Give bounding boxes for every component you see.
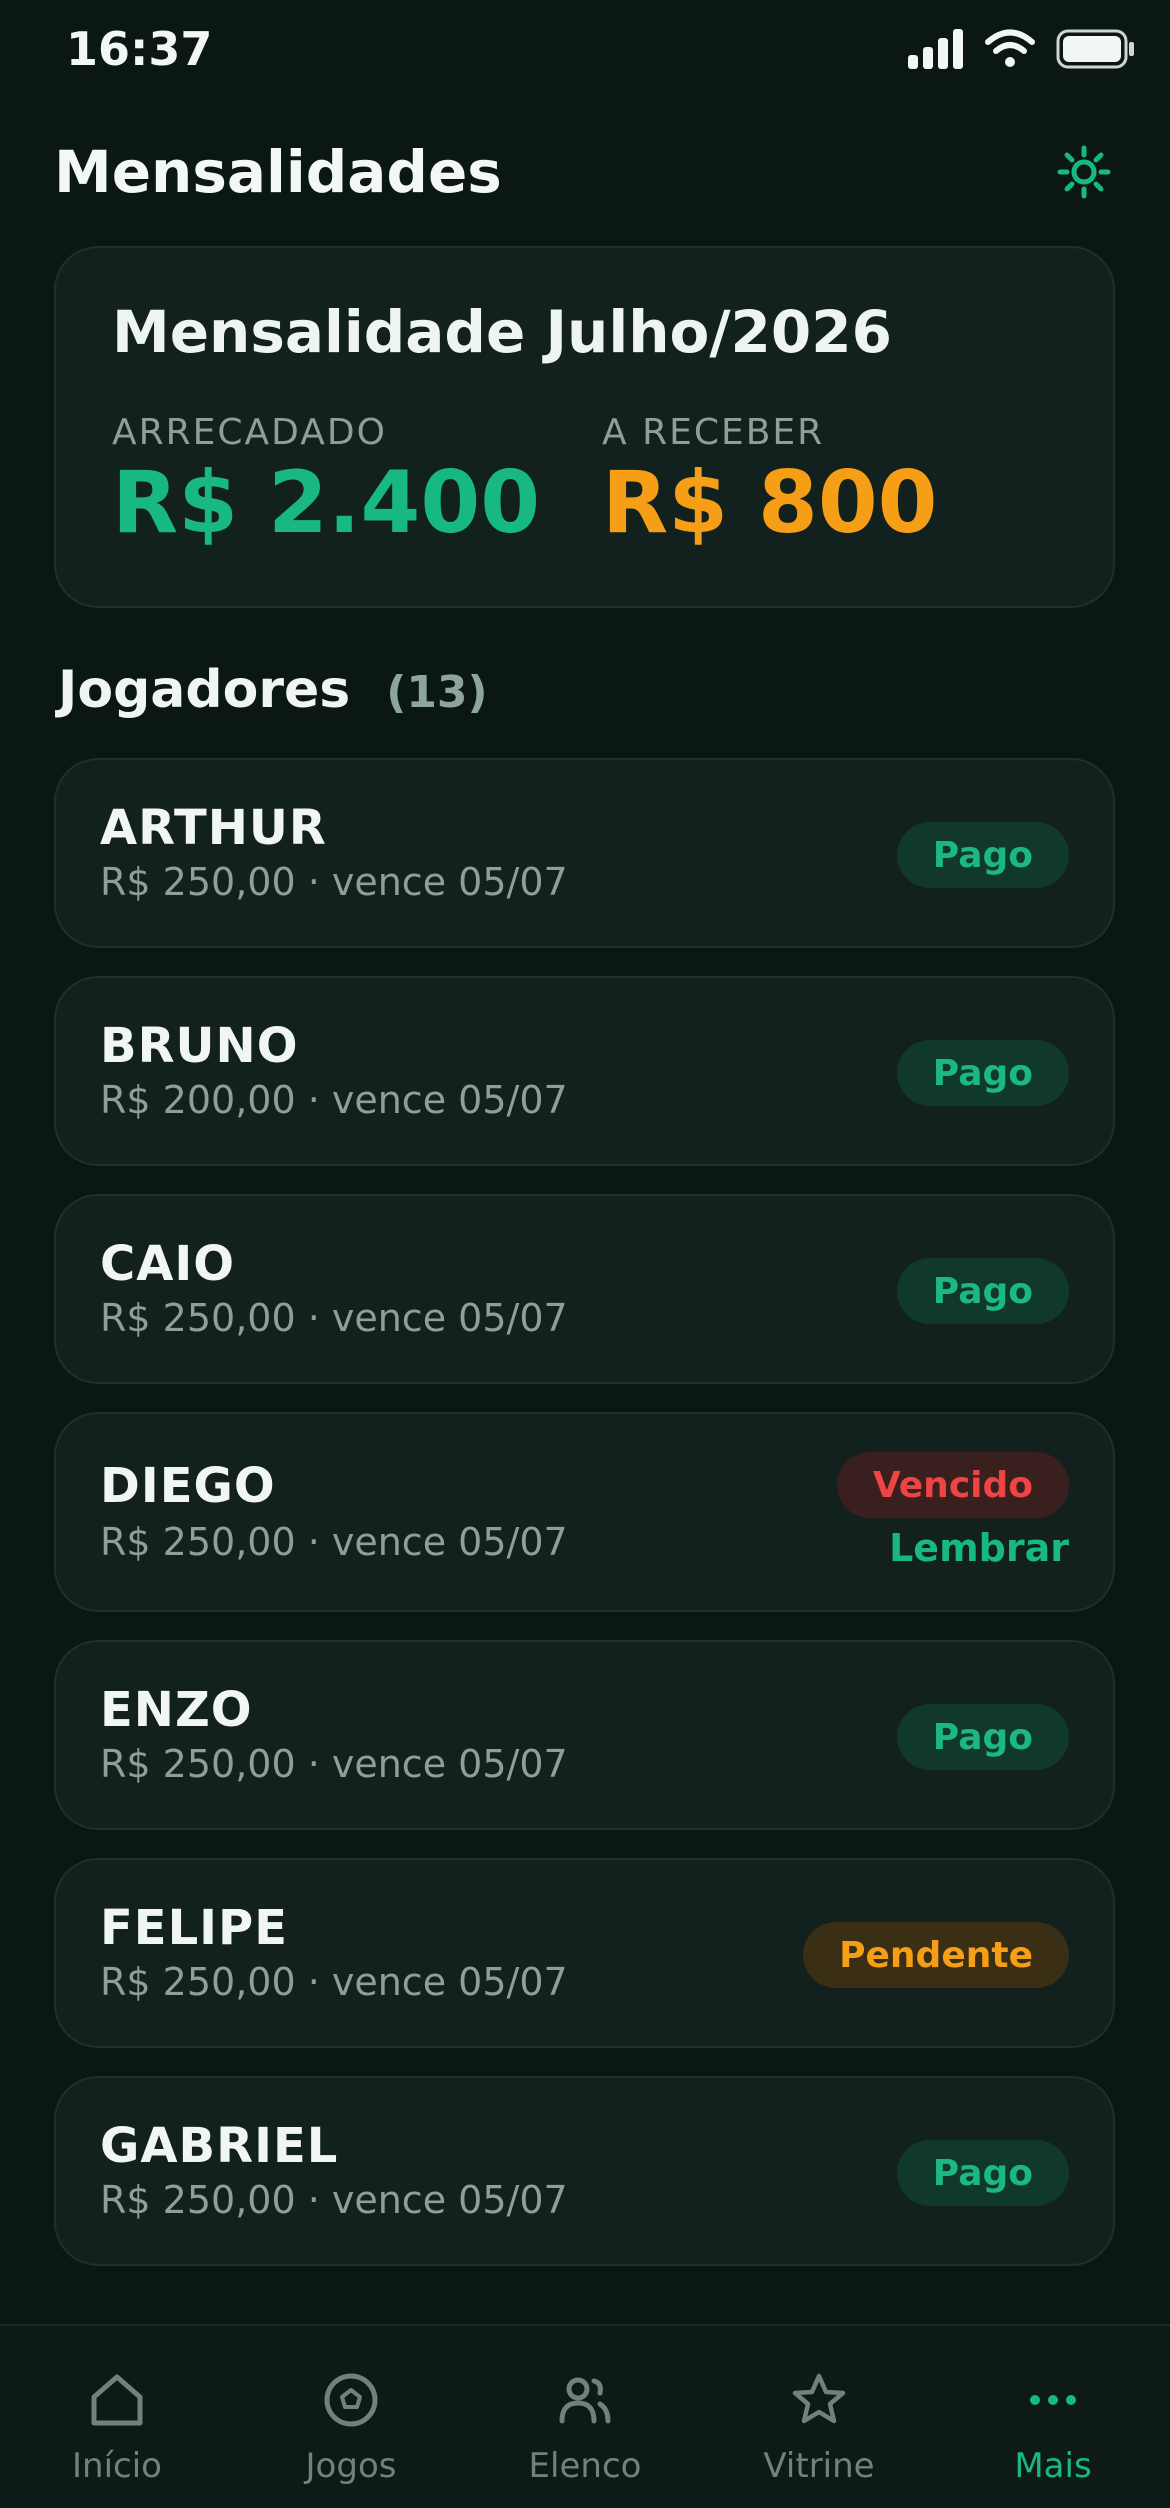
- player-card[interactable]: ARTHUR R$ 250,00 · vence 05/07 Pago: [54, 758, 1115, 948]
- nav-item-vitrine[interactable]: Vitrine: [702, 2326, 936, 2508]
- player-name: ARTHUR: [100, 800, 327, 856]
- collected-value: R$ 2.400: [112, 453, 541, 553]
- status-badge: Pendente: [803, 1922, 1069, 1988]
- nav-item-mais[interactable]: Mais: [936, 2326, 1170, 2508]
- nav-item-inicio[interactable]: Início: [0, 2326, 234, 2508]
- receivable-label: A RECEBER: [602, 412, 825, 453]
- header: Mensalidades: [54, 132, 1114, 212]
- summary-title: Mensalidade Julho/2026: [112, 298, 892, 366]
- player-meta: R$ 250,00 · vence 05/07: [100, 2178, 568, 2222]
- player-name: DIEGO: [100, 1458, 276, 1514]
- collected-stat: ARRECADADO R$ 2.400: [112, 412, 540, 551]
- receivable-stat: A RECEBER R$ 800: [602, 412, 938, 551]
- player-name: FELIPE: [100, 1900, 288, 1956]
- status-badge: Pago: [896, 1704, 1069, 1770]
- player-meta: R$ 250,00 · vence 05/07: [100, 1742, 568, 1786]
- collected-label: ARRECADADO: [112, 412, 387, 453]
- status-time: 16:37: [66, 22, 213, 76]
- star-icon: [789, 2370, 849, 2430]
- player-meta: R$ 250,00 · vence 05/07: [100, 1296, 568, 1340]
- players-section-header: Jogadores (13): [58, 660, 488, 720]
- signal-icon: [908, 29, 963, 69]
- player-card[interactable]: FELIPE R$ 250,00 · vence 05/07 Pendente: [54, 1858, 1115, 2048]
- settings-button[interactable]: [1054, 142, 1114, 202]
- nav-label: Elenco: [528, 2446, 642, 2486]
- home-icon: [87, 2370, 147, 2430]
- player-name: BRUNO: [100, 1018, 299, 1074]
- nav-label: Vitrine: [763, 2446, 875, 2486]
- status-badge: Pago: [896, 1258, 1069, 1324]
- player-meta: R$ 200,00 · vence 05/07: [100, 1078, 568, 1122]
- ball-icon: [321, 2370, 381, 2430]
- battery-icon: [1056, 29, 1134, 69]
- summary-card: Mensalidade Julho/2026 ARRECADADO R$ 2.4…: [54, 246, 1115, 608]
- player-meta: R$ 250,00 · vence 05/07: [100, 1960, 568, 2004]
- bottom-nav: Início Jogos Elenco Vitrine Mais: [0, 2324, 1170, 2508]
- status-bar: 16:37: [0, 0, 1170, 110]
- status-icons: [908, 28, 1136, 70]
- status-badge: Vencido: [836, 1452, 1069, 1518]
- more-icon: [1023, 2370, 1083, 2430]
- player-name: CAIO: [100, 1236, 236, 1292]
- players-count: (13): [386, 667, 488, 718]
- player-meta: R$ 250,00 · vence 05/07: [100, 860, 568, 904]
- players-section-title: Jogadores: [58, 660, 351, 720]
- player-card[interactable]: ENZO R$ 250,00 · vence 05/07 Pago: [54, 1640, 1115, 1830]
- gear-icon: [1057, 145, 1111, 199]
- status-badge: Pago: [896, 1040, 1069, 1106]
- player-name: ENZO: [100, 1682, 253, 1738]
- nav-label: Jogos: [305, 2446, 397, 2486]
- users-icon: [555, 2370, 615, 2430]
- player-card[interactable]: BRUNO R$ 200,00 · vence 05/07 Pago: [54, 976, 1115, 1166]
- status-badge: Pago: [896, 822, 1069, 888]
- page-title: Mensalidades: [54, 138, 502, 206]
- nav-label: Mais: [1014, 2446, 1092, 2486]
- player-meta: R$ 250,00 · vence 05/07: [100, 1520, 568, 1564]
- wifi-icon: [985, 29, 1035, 67]
- player-card[interactable]: DIEGO R$ 250,00 · vence 05/07 Vencido Le…: [54, 1412, 1115, 1612]
- remind-button[interactable]: Lembrar: [889, 1526, 1069, 1570]
- player-card[interactable]: CAIO R$ 250,00 · vence 05/07 Pago: [54, 1194, 1115, 1384]
- status-badge: Pago: [896, 2140, 1069, 2206]
- player-name: GABRIEL: [100, 2118, 339, 2174]
- nav-item-jogos[interactable]: Jogos: [234, 2326, 468, 2508]
- nav-label: Início: [72, 2446, 162, 2486]
- nav-item-elenco[interactable]: Elenco: [468, 2326, 702, 2508]
- receivable-value: R$ 800: [602, 453, 938, 553]
- player-card[interactable]: GABRIEL R$ 250,00 · vence 05/07 Pago: [54, 2076, 1115, 2266]
